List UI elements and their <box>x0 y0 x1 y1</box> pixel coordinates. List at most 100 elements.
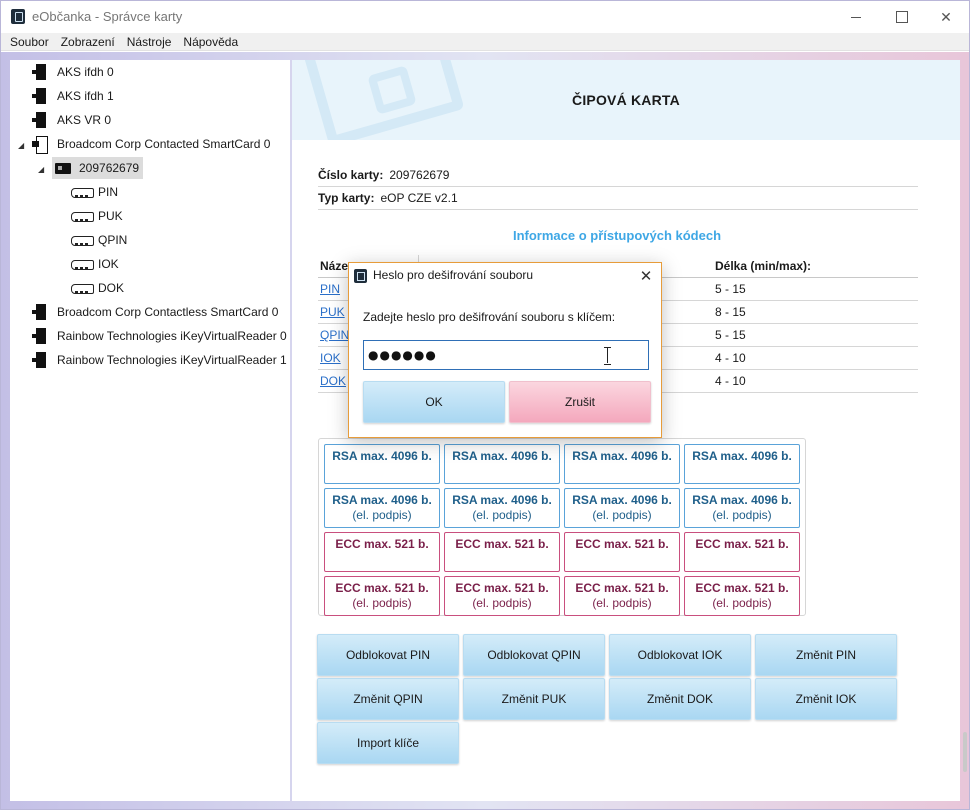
tree-item-label: Broadcom Corp Contactless SmartCard 0 <box>57 305 279 319</box>
change-pin-button[interactable]: Změnit PIN <box>755 634 897 676</box>
key-icon <box>71 235 94 246</box>
key-icon <box>71 283 94 294</box>
tree-item-label: AKS ifdh 1 <box>57 89 114 103</box>
card-reader-icon <box>32 64 46 80</box>
password-dialog: Heslo pro dešifrování souboru ✕ Zadejte … <box>348 262 662 438</box>
tree-item-label: PIN <box>98 185 119 199</box>
card-type-row: Typ karty: eOP CZE v2.1 <box>318 187 918 210</box>
tree-item-reader[interactable]: AKS VR 0 <box>32 109 111 131</box>
code-link-puk[interactable]: PUK <box>320 305 345 319</box>
key-slot-rsa[interactable]: RSA max. 4096 b. <box>324 444 440 484</box>
tree-item-reader[interactable]: Rainbow Technologies iKeyVirtualReader 0 <box>32 325 287 347</box>
code-link-pin[interactable]: PIN <box>320 282 340 296</box>
tree-item-label: AKS ifdh 0 <box>57 65 114 79</box>
close-window-button[interactable]: ✕ <box>923 1 969 33</box>
header-band: ČIPOVÁ KARTA <box>292 60 960 140</box>
tree-item-card[interactable]: 209762679 <box>52 157 144 179</box>
dialog-close-button[interactable]: ✕ <box>633 266 659 288</box>
codes-header-length: Délka (min/max): <box>715 259 812 273</box>
menu-nastroje[interactable]: Nástroje <box>121 33 178 51</box>
dialog-title: Heslo pro dešifrování souboru <box>373 268 534 282</box>
ok-button[interactable]: OK <box>363 381 505 423</box>
tree-item-label: DOK <box>98 281 125 295</box>
key-slot-ecc[interactable]: ECC max. 521 b. <box>444 532 560 572</box>
key-slot-rsa[interactable]: RSA max. 4096 b. <box>684 444 800 484</box>
tree-item-code-qpin[interactable]: QPIN <box>71 229 127 251</box>
change-dok-button[interactable]: Změnit DOK <box>609 678 751 720</box>
card-type-value: eOP CZE v2.1 <box>380 191 458 205</box>
import-key-button[interactable]: Import klíče <box>317 722 459 764</box>
change-iok-button[interactable]: Změnit IOK <box>755 678 897 720</box>
dialog-prompt: Zadejte heslo pro dešifrování souboru s … <box>363 310 616 324</box>
keys-panel: RSA max. 4096 b. RSA max. 4096 b. RSA ma… <box>318 438 806 616</box>
tree-item-label: AKS VR 0 <box>57 113 112 127</box>
tree-item-code-puk[interactable]: PUK <box>71 205 123 227</box>
tree-item-label: Broadcom Corp Contacted SmartCard 0 <box>57 137 271 151</box>
key-slot-rsa[interactable]: RSA max. 4096 b. <box>564 444 680 484</box>
key-slot-ecc-sign[interactable]: ECC max. 521 b. (el. podpis) <box>564 576 680 616</box>
key-slot-rsa-sign[interactable]: RSA max. 4096 b. (el. podpis) <box>564 488 680 528</box>
change-puk-button[interactable]: Změnit PUK <box>463 678 605 720</box>
menu-bar: Soubor Zobrazení Nástroje Nápověda <box>1 33 969 51</box>
menu-soubor[interactable]: Soubor <box>4 33 55 51</box>
key-slot-rsa-sign[interactable]: RSA max. 4096 b. (el. podpis) <box>684 488 800 528</box>
key-slot-ecc-sign[interactable]: ECC max. 521 b. (el. podpis) <box>324 576 440 616</box>
tree-item-reader[interactable]: AKS ifdh 0 <box>32 61 114 83</box>
card-number-row: Číslo karty: 209762679 <box>318 164 918 187</box>
card-reader-icon <box>32 88 46 104</box>
unblock-iok-button[interactable]: Odblokovat IOK <box>609 634 751 676</box>
key-slot-rsa-sign[interactable]: RSA max. 4096 b. (el. podpis) <box>444 488 560 528</box>
minimize-button[interactable] <box>833 1 879 33</box>
codes-heading: Informace o přístupových kódech <box>512 228 722 243</box>
code-length: 4 - 10 <box>715 351 746 365</box>
unblock-qpin-button[interactable]: Odblokovat QPIN <box>463 634 605 676</box>
cancel-button[interactable]: Zrušit <box>509 381 651 423</box>
key-slot-ecc[interactable]: ECC max. 521 b. <box>684 532 800 572</box>
key-slot-ecc-sign[interactable]: ECC max. 521 b. (el. podpis) <box>684 576 800 616</box>
code-length: 4 - 10 <box>715 374 746 388</box>
key-slot-rsa-sign[interactable]: RSA max. 4096 b. (el. podpis) <box>324 488 440 528</box>
key-slot-rsa[interactable]: RSA max. 4096 b. <box>444 444 560 484</box>
tree-item-label: IOK <box>98 257 119 271</box>
code-link-dok[interactable]: DOK <box>320 374 346 388</box>
key-icon <box>71 211 94 222</box>
reader-tree: AKS ifdh 0 AKS ifdh 1 AKS VR 0 ◢ Broadco… <box>10 60 290 801</box>
window-title: eObčanka - Správce karty <box>32 9 183 24</box>
tree-item-reader[interactable]: Broadcom Corp Contactless SmartCard 0 <box>32 301 278 323</box>
code-link-iok[interactable]: IOK <box>320 351 341 365</box>
tree-item-label: Rainbow Technologies iKeyVirtualReader 1 <box>57 353 287 367</box>
tree-item-label: QPIN <box>98 233 128 247</box>
code-link-qpin[interactable]: QPIN <box>320 328 349 342</box>
tree-item-contacted-reader[interactable]: Broadcom Corp Contacted SmartCard 0 <box>32 133 270 155</box>
app-icon <box>11 9 25 24</box>
codes-header-name: Náze <box>320 259 349 273</box>
change-qpin-button[interactable]: Změnit QPIN <box>317 678 459 720</box>
key-slot-ecc-sign[interactable]: ECC max. 521 b. (el. podpis) <box>444 576 560 616</box>
tree-item-reader[interactable]: AKS ifdh 1 <box>32 85 114 107</box>
key-icon <box>71 259 94 270</box>
tree-item-label: 209762679 <box>79 161 140 175</box>
maximize-button[interactable] <box>879 1 925 33</box>
scrollbar[interactable] <box>963 732 967 772</box>
page-title: ČIPOVÁ KARTA <box>572 92 680 108</box>
smart-card-icon <box>55 162 71 174</box>
tree-item-code-iok[interactable]: IOK <box>71 253 119 275</box>
title-bar: eObčanka - Správce karty ✕ <box>1 1 969 33</box>
key-slot-ecc[interactable]: ECC max. 521 b. <box>564 532 680 572</box>
card-number-value: 209762679 <box>389 168 450 182</box>
tree-expander-icon[interactable]: ◢ <box>38 166 46 174</box>
tree-item-reader[interactable]: Rainbow Technologies iKeyVirtualReader 1 <box>32 349 287 371</box>
tree-expander-icon[interactable]: ◢ <box>18 142 26 150</box>
card-reader-icon <box>32 304 46 320</box>
code-length: 5 - 15 <box>715 328 746 342</box>
unblock-pin-button[interactable]: Odblokovat PIN <box>317 634 459 676</box>
menu-zobrazeni[interactable]: Zobrazení <box>55 33 121 51</box>
tree-item-code-dok[interactable]: DOK <box>71 277 124 299</box>
card-reader-icon <box>32 328 46 344</box>
code-length: 5 - 15 <box>715 282 746 296</box>
app-icon <box>354 269 367 283</box>
key-slot-ecc[interactable]: ECC max. 521 b. <box>324 532 440 572</box>
tree-item-code-pin[interactable]: PIN <box>71 181 118 203</box>
tree-item-label: PUK <box>98 209 123 223</box>
menu-napoveda[interactable]: Nápověda <box>177 33 244 51</box>
